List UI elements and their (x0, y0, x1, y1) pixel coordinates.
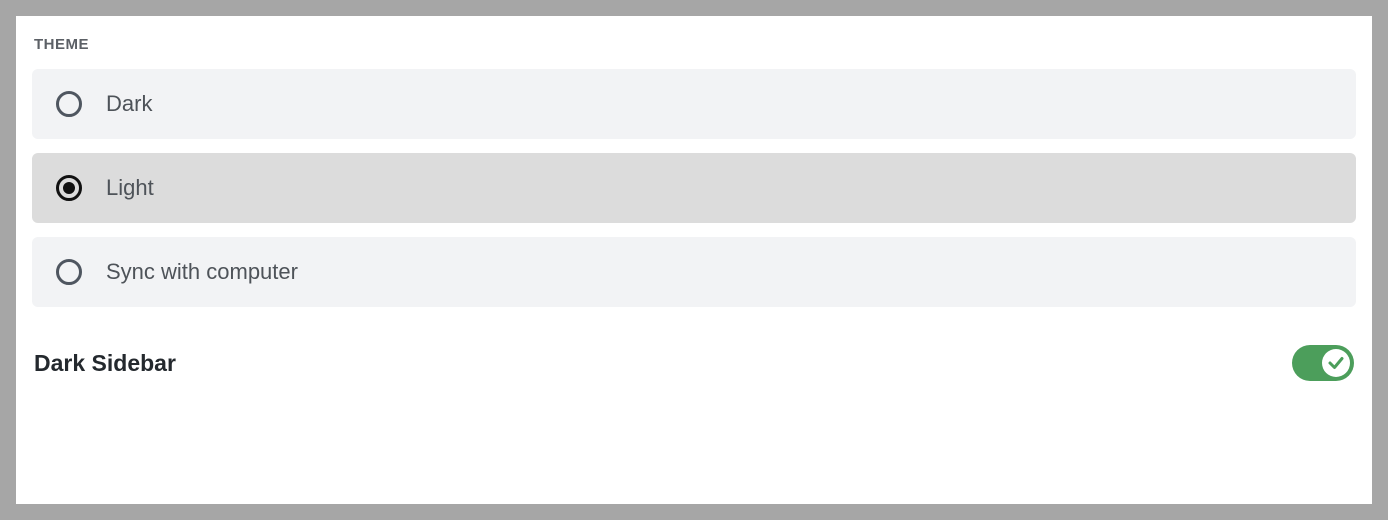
theme-option-label: Sync with computer (106, 259, 298, 285)
dark-sidebar-toggle[interactable] (1292, 345, 1354, 381)
dark-sidebar-row: Dark Sidebar (32, 321, 1356, 385)
theme-option-light[interactable]: Light (32, 153, 1356, 223)
section-header-theme: THEME (34, 36, 1356, 53)
theme-option-label: Dark (106, 91, 152, 117)
check-icon (1327, 354, 1345, 372)
theme-option-label: Light (106, 175, 154, 201)
radio-icon (56, 91, 82, 117)
radio-icon (56, 259, 82, 285)
settings-panel: THEME Dark Light Sync with computer Dark… (16, 16, 1372, 504)
theme-option-dark[interactable]: Dark (32, 69, 1356, 139)
dark-sidebar-label: Dark Sidebar (34, 350, 176, 377)
toggle-knob (1322, 349, 1350, 377)
theme-option-sync[interactable]: Sync with computer (32, 237, 1356, 307)
radio-icon (56, 175, 82, 201)
